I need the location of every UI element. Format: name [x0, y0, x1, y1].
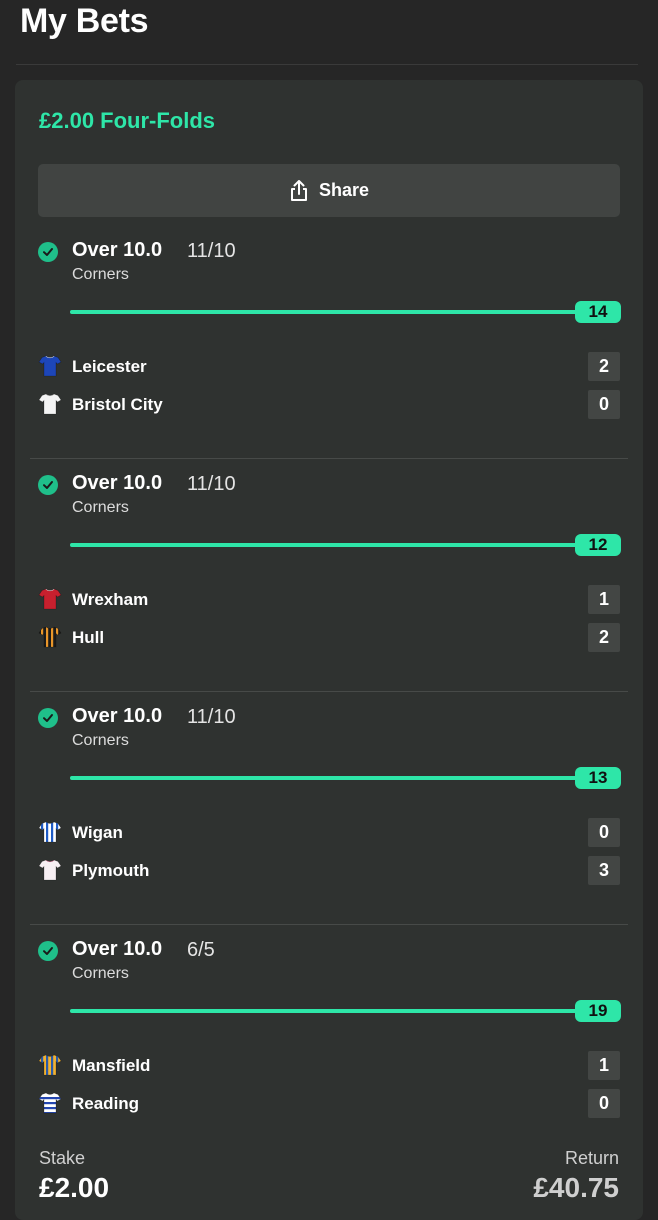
- progress-bar: [70, 543, 580, 547]
- progress-fill: [70, 776, 580, 780]
- team-row: Wrexham 1: [15, 585, 643, 615]
- progress-fill: [70, 1009, 580, 1013]
- selection-name: Over 10.0: [72, 938, 163, 960]
- progress-bar: [70, 776, 580, 780]
- team-shirt-icon: [38, 587, 62, 611]
- team-score: 1: [588, 585, 620, 614]
- team-row: Hull 2: [15, 623, 643, 653]
- page-title: My Bets: [20, 2, 149, 40]
- team-row: Plymouth 3: [15, 856, 643, 886]
- stat-badge: 14: [575, 301, 621, 323]
- team-shirt-icon: [38, 625, 62, 649]
- selection-odds: 11/10: [187, 706, 236, 728]
- team-shirt-icon: [38, 820, 62, 844]
- market-name: Corners: [72, 266, 129, 283]
- bet-title: £2.00 Four-Folds: [39, 108, 216, 133]
- team-row: Bristol City 0: [15, 390, 643, 420]
- share-button[interactable]: Share: [38, 164, 620, 217]
- selection-odds: 11/10: [187, 240, 236, 262]
- team-row: Reading 0: [15, 1089, 643, 1119]
- check-circle-icon: [38, 475, 58, 495]
- team-name: Reading: [72, 1094, 140, 1113]
- team-name: Hull: [72, 628, 105, 647]
- team-score: 0: [588, 818, 620, 847]
- share-icon: [289, 179, 309, 202]
- team-score: 2: [588, 623, 620, 652]
- check-circle-icon: [38, 941, 58, 961]
- bet-leg: Over 10.0 11/10 Corners 14 Leicester 2 Bristol…: [15, 235, 643, 468]
- stat-badge: 19: [575, 1000, 621, 1022]
- team-shirt-icon: [38, 1053, 62, 1077]
- selection-name: Over 10.0: [72, 472, 163, 494]
- team-shirt-icon: [38, 858, 62, 882]
- team-name: Mansfield: [72, 1056, 151, 1075]
- bet-leg: Over 10.0 6/5 Corners 19 Mansfield 1 Reading 0: [15, 924, 643, 1167]
- title-divider: [16, 64, 638, 65]
- team-name: Leicester: [72, 357, 147, 376]
- stake-label: Stake: [39, 1148, 86, 1168]
- return-label: Return: [564, 1148, 619, 1168]
- team-score: 0: [588, 390, 620, 419]
- progress-fill: [70, 543, 580, 547]
- stat-badge: 13: [575, 767, 621, 789]
- leg-divider: [30, 691, 628, 692]
- team-name: Plymouth: [72, 861, 150, 880]
- team-score: 2: [588, 352, 620, 381]
- return-value: £40.75: [533, 1172, 619, 1203]
- stake-value: £2.00: [39, 1172, 110, 1203]
- team-name: Wrexham: [72, 590, 149, 609]
- bet-card[interactable]: £2.00 Four-Folds Share Over 10.0 11/10 Cor…: [15, 80, 643, 1220]
- team-name: Bristol City: [72, 395, 163, 414]
- team-row: Wigan 0: [15, 818, 643, 848]
- selection-odds: 6/5: [187, 939, 215, 961]
- leg-divider: [30, 924, 628, 925]
- progress-fill: [70, 310, 580, 314]
- selection-name: Over 10.0: [72, 239, 163, 261]
- bet-leg: Over 10.0 11/10 Corners 12 Wrexham 1 Hull 2: [15, 458, 643, 701]
- market-name: Corners: [72, 499, 129, 516]
- check-circle-icon: [38, 242, 58, 262]
- team-shirt-icon: [38, 354, 62, 378]
- team-row: Leicester 2: [15, 352, 643, 382]
- progress-bar: [70, 1009, 580, 1013]
- market-name: Corners: [72, 732, 129, 749]
- team-score: 1: [588, 1051, 620, 1080]
- stat-badge: 12: [575, 534, 621, 556]
- share-label: Share: [318, 180, 370, 200]
- bet-leg: Over 10.0 11/10 Corners 13 Wigan 0 Plymouth 3: [15, 691, 643, 934]
- progress-bar: [70, 310, 580, 314]
- team-row: Mansfield 1: [15, 1051, 643, 1081]
- team-shirt-icon: [38, 392, 62, 416]
- team-score: 0: [588, 1089, 620, 1118]
- leg-divider: [30, 458, 628, 459]
- selection-odds: 11/10: [187, 473, 236, 495]
- check-circle-icon: [38, 708, 58, 728]
- team-shirt-icon: [38, 1091, 62, 1115]
- team-name: Wigan: [72, 823, 123, 842]
- selection-name: Over 10.0: [72, 705, 163, 727]
- team-score: 3: [588, 856, 620, 885]
- market-name: Corners: [72, 965, 129, 982]
